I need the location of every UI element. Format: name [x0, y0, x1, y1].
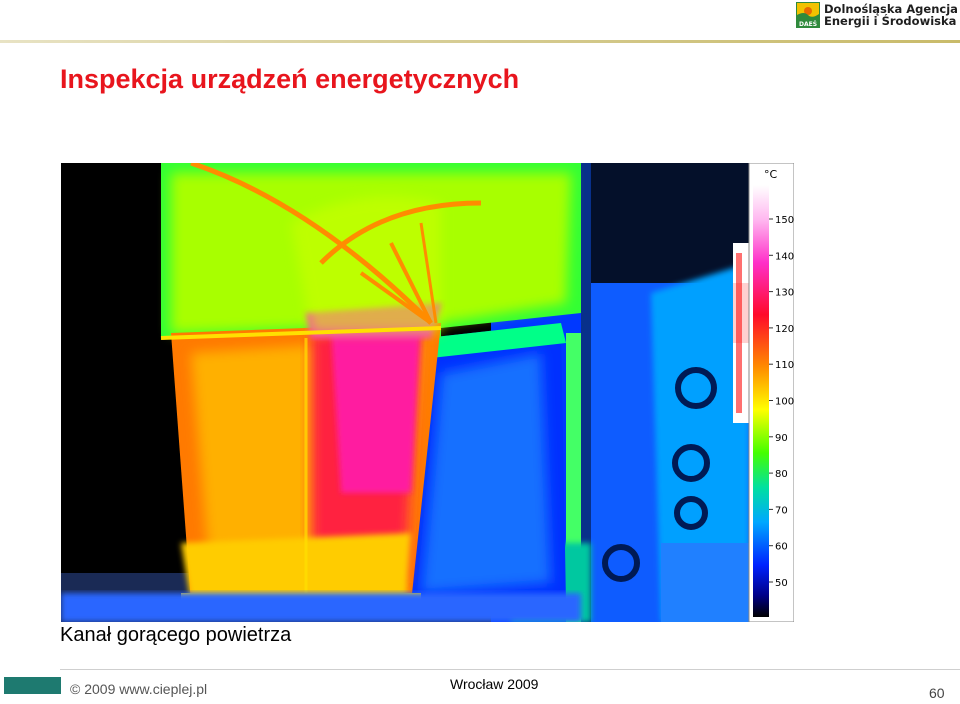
temperature-scale: °C 150 140 130 120 110 100 90 80 70 60 50: [748, 163, 794, 622]
scale-tick-label: 90: [775, 433, 788, 444]
scale-tick-label: 60: [775, 542, 788, 553]
scale-tick-label: 130: [775, 288, 794, 299]
scale-tick-label: 70: [775, 505, 788, 516]
slide-title: Inspekcja urządzeń energetycznych: [60, 64, 520, 94]
scale-tick-label: 150: [775, 215, 794, 226]
footer-copyright: © 2009 www.cieplej.pl: [70, 681, 208, 697]
footer-accent-block: [4, 677, 61, 694]
scale-tick-label: 110: [775, 360, 794, 371]
scale-unit: °C: [764, 168, 778, 181]
header-divider: [0, 40, 960, 43]
logo-mark-icon: DAEŚ: [796, 2, 820, 28]
logo: DAEŚ Dolnośląska Agencja Energii i Środo…: [796, 2, 958, 28]
logo-mark-text: DAEŚ: [799, 21, 817, 28]
scale-tick-label: 80: [775, 469, 788, 480]
scale-tick-label: 50: [775, 578, 788, 589]
logo-line-2: Energii i Środowiska: [824, 14, 957, 28]
footer-location: Wrocław 2009: [450, 676, 539, 692]
scale-tick-label: 120: [775, 324, 794, 335]
scale-tick-label: 100: [775, 397, 794, 408]
scale-tick-label: 140: [775, 251, 794, 262]
page-number: 60: [929, 685, 945, 701]
thermal-image: °C 150 140 130 120 110 100 90 80 70 60 50: [61, 163, 794, 622]
image-caption: Kanał gorącego powietrza: [60, 624, 292, 646]
footer-divider: [60, 669, 960, 670]
